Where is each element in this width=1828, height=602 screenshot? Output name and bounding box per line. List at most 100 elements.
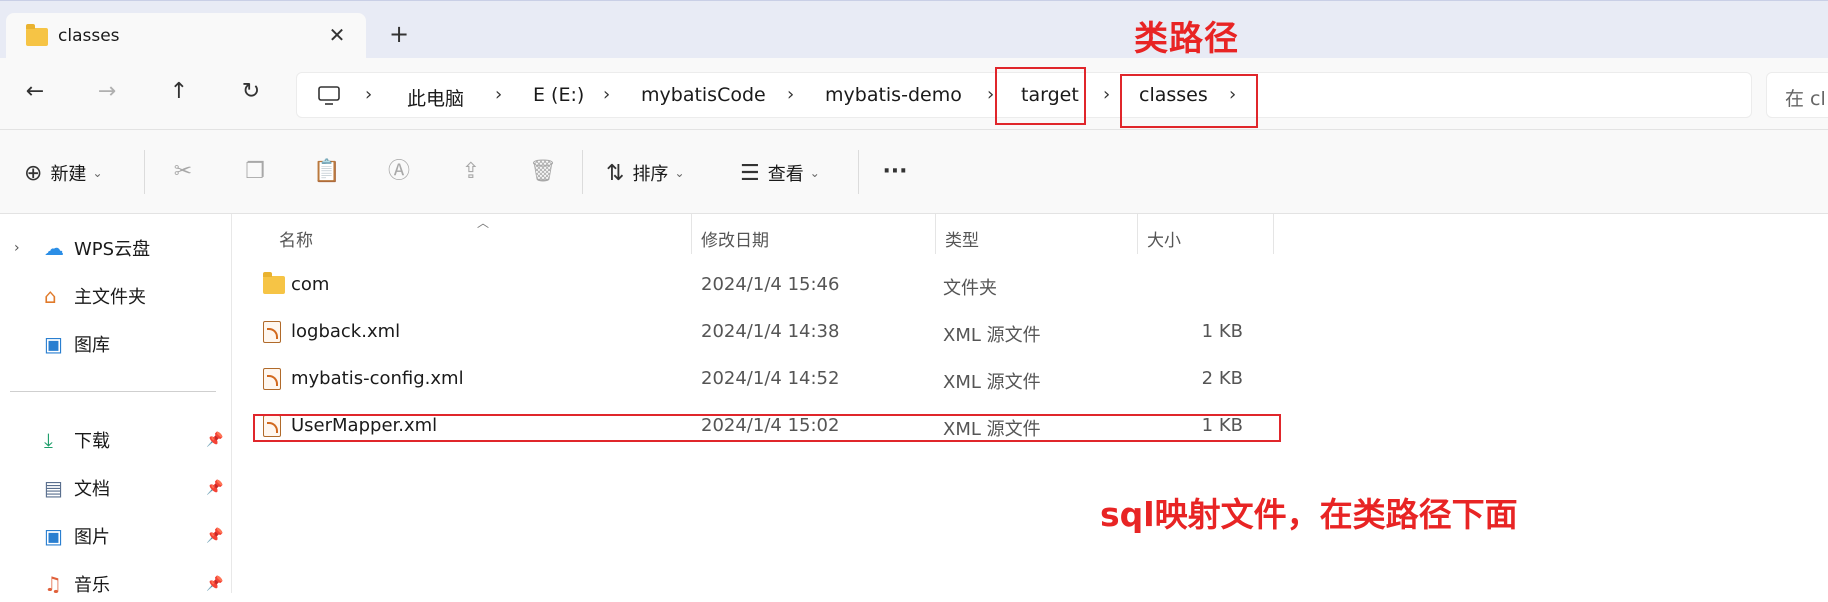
sidebar-item-label: 文档: [74, 479, 110, 500]
refresh-button[interactable]: ↻: [236, 78, 266, 108]
sidebar-item-wps-cloud[interactable]: › ☁ WPS云盘: [0, 230, 232, 266]
folder-icon: [26, 24, 48, 46]
sidebar-divider: [10, 391, 216, 392]
sidebar-item-label: 音乐: [74, 575, 110, 596]
file-name: com: [291, 274, 330, 295]
file-row-logback[interactable]: logback.xml 2024/1/4 14:38 XML 源文件 1 KB: [253, 315, 1313, 351]
music-icon: ♫: [44, 572, 62, 596]
file-date: 2024/1/4 15:46: [701, 274, 840, 295]
download-icon: ⤓: [44, 428, 53, 452]
cloud-icon: ☁: [44, 236, 64, 260]
mapper-annotation: sql映射文件，在类路径下面: [1100, 495, 1518, 534]
search-input[interactable]: 在 cl: [1766, 72, 1828, 118]
chevron-down-icon: ⌄: [674, 166, 685, 180]
more-icon[interactable]: ···: [880, 158, 910, 188]
picture-icon: ▣: [44, 524, 63, 548]
sidebar-item-documents[interactable]: ▤ 文档 📌: [0, 470, 232, 506]
pin-icon[interactable]: 📌: [206, 528, 223, 544]
tab-classes[interactable]: classes ✕: [6, 13, 366, 59]
chevron-right-icon[interactable]: ›: [14, 240, 20, 256]
sort-icon: ⇅: [606, 160, 625, 186]
classpath-annotation: 类路径: [1134, 19, 1239, 59]
chevron-down-icon: ⌄: [809, 166, 820, 180]
view-button[interactable]: ☰ 查看 ⌄: [740, 158, 820, 188]
rename-icon[interactable]: Ⓐ: [384, 158, 414, 188]
sort-button[interactable]: ⇅ 排序 ⌄: [606, 158, 685, 188]
document-icon: ▤: [44, 476, 63, 500]
command-bar: ⊕ 新建 ⌄ ✂ ❐ 📋 Ⓐ ⇪ 🗑 ⇅ 排序 ⌄ ☰ 查看 ⌄ ···: [0, 130, 1828, 214]
sidebar-item-music[interactable]: ♫ 音乐 📌: [0, 566, 232, 602]
delete-icon[interactable]: 🗑: [528, 158, 558, 188]
file-name: mybatis-config.xml: [291, 368, 464, 389]
file-size: 2 KB: [1201, 368, 1243, 389]
share-icon[interactable]: ⇪: [456, 158, 486, 188]
sidebar-item-downloads[interactable]: ⤓ 下载 📌: [0, 422, 232, 458]
view-label: 查看: [767, 164, 804, 185]
up-button[interactable]: ↑: [164, 78, 194, 108]
file-size: 1 KB: [1201, 321, 1243, 342]
chevron-down-icon: ⌄: [92, 166, 103, 180]
usermapper-highlight-box: [253, 414, 1281, 442]
close-tab-icon[interactable]: ✕: [324, 23, 350, 49]
forward-button[interactable]: →: [92, 78, 122, 108]
breadcrumb-separator[interactable]: ›: [365, 84, 372, 105]
home-icon: ⌂: [44, 284, 57, 308]
column-divider[interactable]: [691, 214, 692, 254]
file-list: ︿ 名称 修改日期 类型 大小 com 2024/1/4 15:46 文件夹 l…: [233, 214, 1828, 593]
cut-icon[interactable]: ✂: [168, 158, 198, 188]
sort-label: 排序: [632, 164, 669, 185]
file-row-com[interactable]: com 2024/1/4 15:46 文件夹: [253, 268, 1313, 304]
column-header-date[interactable]: 修改日期: [701, 226, 769, 251]
classes-highlight-box: [1120, 74, 1258, 128]
back-button[interactable]: ←: [20, 78, 50, 108]
sidebar-item-label: 图片: [74, 527, 110, 548]
breadcrumb-separator[interactable]: ›: [1103, 84, 1110, 105]
breadcrumb-separator[interactable]: ›: [495, 84, 502, 105]
view-icon: ☰: [740, 160, 760, 186]
column-divider[interactable]: [1137, 214, 1138, 254]
sidebar-item-label: 图库: [74, 335, 110, 356]
breadcrumb-separator[interactable]: ›: [603, 84, 610, 105]
breadcrumb-drive-e[interactable]: E (E:): [533, 84, 584, 106]
search-placeholder: 在 cl: [1785, 88, 1826, 110]
file-type: 文件夹: [943, 278, 997, 299]
breadcrumb-separator[interactable]: ›: [987, 84, 994, 105]
toolbar-divider: [858, 150, 859, 194]
file-date: 2024/1/4 14:52: [701, 368, 840, 389]
toolbar-divider: [582, 150, 583, 194]
new-tab-button[interactable]: +: [386, 22, 412, 49]
navigation-pane: › ☁ WPS云盘 ⌂ 主文件夹 ▣ 图库 ⤓ 下载 📌 ▤ 文档 📌 ▣ 图片…: [0, 214, 232, 596]
gallery-icon: ▣: [44, 332, 63, 356]
tab-title: classes: [58, 26, 120, 46]
sidebar-item-home[interactable]: ⌂ 主文件夹: [0, 278, 232, 314]
file-type: XML 源文件: [943, 372, 1041, 393]
pin-icon[interactable]: 📌: [206, 432, 223, 448]
column-divider[interactable]: [1273, 214, 1274, 254]
column-header-type[interactable]: 类型: [945, 226, 979, 251]
new-button[interactable]: ⊕ 新建 ⌄: [24, 158, 103, 188]
breadcrumb-mybatiscode[interactable]: mybatisCode: [641, 84, 766, 106]
sidebar-item-gallery[interactable]: ▣ 图库: [0, 326, 232, 362]
pin-icon[interactable]: 📌: [206, 576, 223, 592]
folder-icon: [263, 272, 285, 296]
breadcrumb-separator[interactable]: ›: [787, 84, 794, 105]
file-type: XML 源文件: [943, 325, 1041, 346]
file-date: 2024/1/4 14:38: [701, 321, 840, 342]
breadcrumb-this-pc[interactable]: 此电脑: [407, 84, 464, 111]
column-header-name[interactable]: 名称: [279, 226, 313, 251]
sort-ascending-icon: ︿: [477, 216, 490, 230]
sidebar-item-label: 主文件夹: [74, 287, 146, 308]
computer-icon[interactable]: [317, 85, 341, 107]
file-row-mybatis-config[interactable]: mybatis-config.xml 2024/1/4 14:52 XML 源文…: [253, 362, 1313, 398]
sidebar-item-pictures[interactable]: ▣ 图片 📌: [0, 518, 232, 554]
breadcrumb-mybatis-demo[interactable]: mybatis-demo: [825, 84, 962, 106]
paste-icon[interactable]: 📋: [312, 158, 342, 188]
title-bar: classes ✕ + 类路径: [0, 0, 1828, 59]
pin-icon[interactable]: 📌: [206, 480, 223, 496]
plus-circle-icon: ⊕: [24, 160, 43, 186]
column-header-size[interactable]: 大小: [1147, 226, 1181, 251]
file-name: logback.xml: [291, 321, 401, 342]
column-divider[interactable]: [935, 214, 936, 254]
copy-icon[interactable]: ❐: [240, 158, 270, 188]
new-label: 新建: [50, 164, 87, 185]
